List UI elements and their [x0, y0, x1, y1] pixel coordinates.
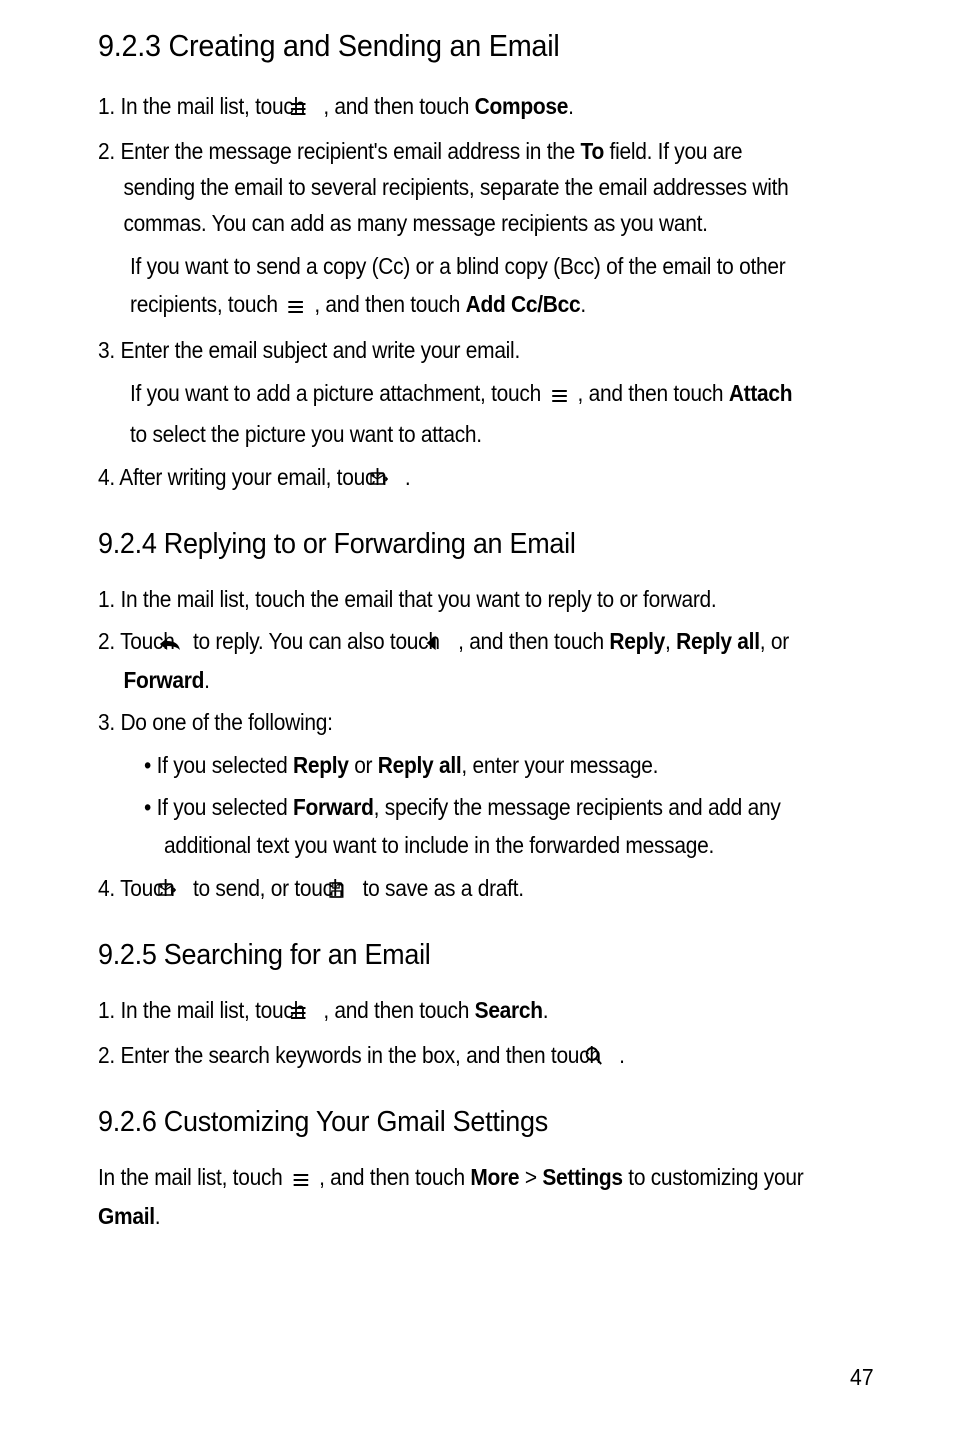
page: 9.2.3 Creating and Sending an Email 1. I… — [0, 0, 954, 1429]
menu-icon — [292, 1162, 310, 1198]
text: to customizing your — [623, 1164, 804, 1190]
text: . — [580, 291, 586, 317]
s924-bullet2: • If you selected Forward, specify the m… — [144, 788, 810, 864]
s923-step4: 4. After writing your email, touch . — [98, 459, 806, 498]
text: , enter your message. — [461, 752, 658, 778]
page-number: 47 — [850, 1364, 874, 1391]
s923-step2: 2. Enter the message recipient's email a… — [98, 133, 806, 241]
heading-9-2-4: 9.2.4 Replying to or Forwarding an Email — [98, 528, 822, 561]
text: to save as a draft. — [363, 875, 524, 901]
text: , and then touch — [458, 628, 609, 654]
s924-step1: 1. In the mail list, touch the email tha… — [98, 581, 806, 617]
text-bold: Reply all — [378, 752, 462, 778]
text-bold: Attach — [729, 380, 792, 406]
text: • If you selected — [144, 794, 293, 820]
text-bold: Search — [475, 997, 543, 1023]
text: . — [405, 464, 411, 490]
s924-bullet1: • If you selected Reply or Reply all, en… — [144, 746, 810, 784]
text: to reply. You can also touch — [193, 628, 445, 654]
text: . — [568, 93, 574, 119]
text-bold: Forward — [293, 794, 374, 820]
s925-step1: 1. In the mail list, touch , and then to… — [98, 992, 806, 1031]
text: 4. After writing your email, touch — [98, 464, 392, 490]
s925-step2: 2. Enter the search keywords in the box,… — [98, 1037, 806, 1076]
text-bold: Settings — [542, 1164, 622, 1190]
text: > — [519, 1164, 542, 1190]
s926-intro: In the mail list, touch , and then touch… — [98, 1159, 806, 1234]
text: . — [155, 1203, 161, 1229]
menu-icon — [287, 288, 305, 326]
menu-icon — [550, 377, 568, 415]
text: , and then touch — [323, 93, 474, 119]
text-bold: Reply all — [676, 628, 760, 654]
s923-step3: 3. Enter the email subject and write you… — [98, 332, 806, 368]
text: , — [665, 628, 676, 654]
text-bold: Add Cc/Bcc — [466, 291, 581, 317]
text: to send, or touch — [193, 875, 350, 901]
text: 2. Enter the search keywords in the box,… — [98, 1042, 606, 1068]
text: . — [543, 997, 549, 1023]
text: If you want to add a picture attachment,… — [130, 380, 546, 406]
text: , and then touch — [323, 997, 474, 1023]
s923-step1: 1. In the mail list, touch , and then to… — [98, 88, 806, 127]
text: In the mail list, touch — [98, 1164, 288, 1190]
heading-9-2-5: 9.2.5 Searching for an Email — [98, 939, 822, 972]
text: or — [349, 752, 378, 778]
text: 1. In the mail list, touch — [98, 93, 310, 119]
text: . — [619, 1042, 625, 1068]
text: , and then touch — [319, 1164, 470, 1190]
heading-9-2-3: 9.2.3 Creating and Sending an Email — [98, 28, 822, 64]
s924-step4: 4. Touch to send, or touch to save as a … — [98, 870, 806, 909]
text-bold: Reply — [293, 752, 349, 778]
heading-9-2-6: 9.2.6 Customizing Your Gmail Settings — [98, 1106, 822, 1139]
s923-note1: If you want to send a copy (Cc) or a bli… — [130, 247, 809, 326]
text: to select the picture you want to attach… — [130, 421, 482, 447]
text: , and then touch — [314, 291, 465, 317]
s923-note2: If you want to add a picture attachment,… — [130, 374, 809, 453]
text: • If you selected — [144, 752, 293, 778]
text-bold: Compose — [475, 93, 568, 119]
text: , and then touch — [578, 380, 729, 406]
text-bold: Gmail — [98, 1203, 155, 1229]
text: 1. In the mail list, touch — [98, 997, 310, 1023]
s924-step2: 2. Touch to reply. You can also touch , … — [98, 623, 806, 698]
text-bold: Forward — [123, 667, 204, 693]
text: . — [204, 667, 210, 693]
text-bold: To — [581, 138, 604, 164]
text-bold: Reply — [609, 628, 665, 654]
s924-step3: 3. Do one of the following: — [98, 704, 806, 740]
text-bold: More — [470, 1164, 519, 1190]
text: , or — [760, 628, 789, 654]
text: 2. Enter the message recipient's email a… — [98, 138, 581, 164]
